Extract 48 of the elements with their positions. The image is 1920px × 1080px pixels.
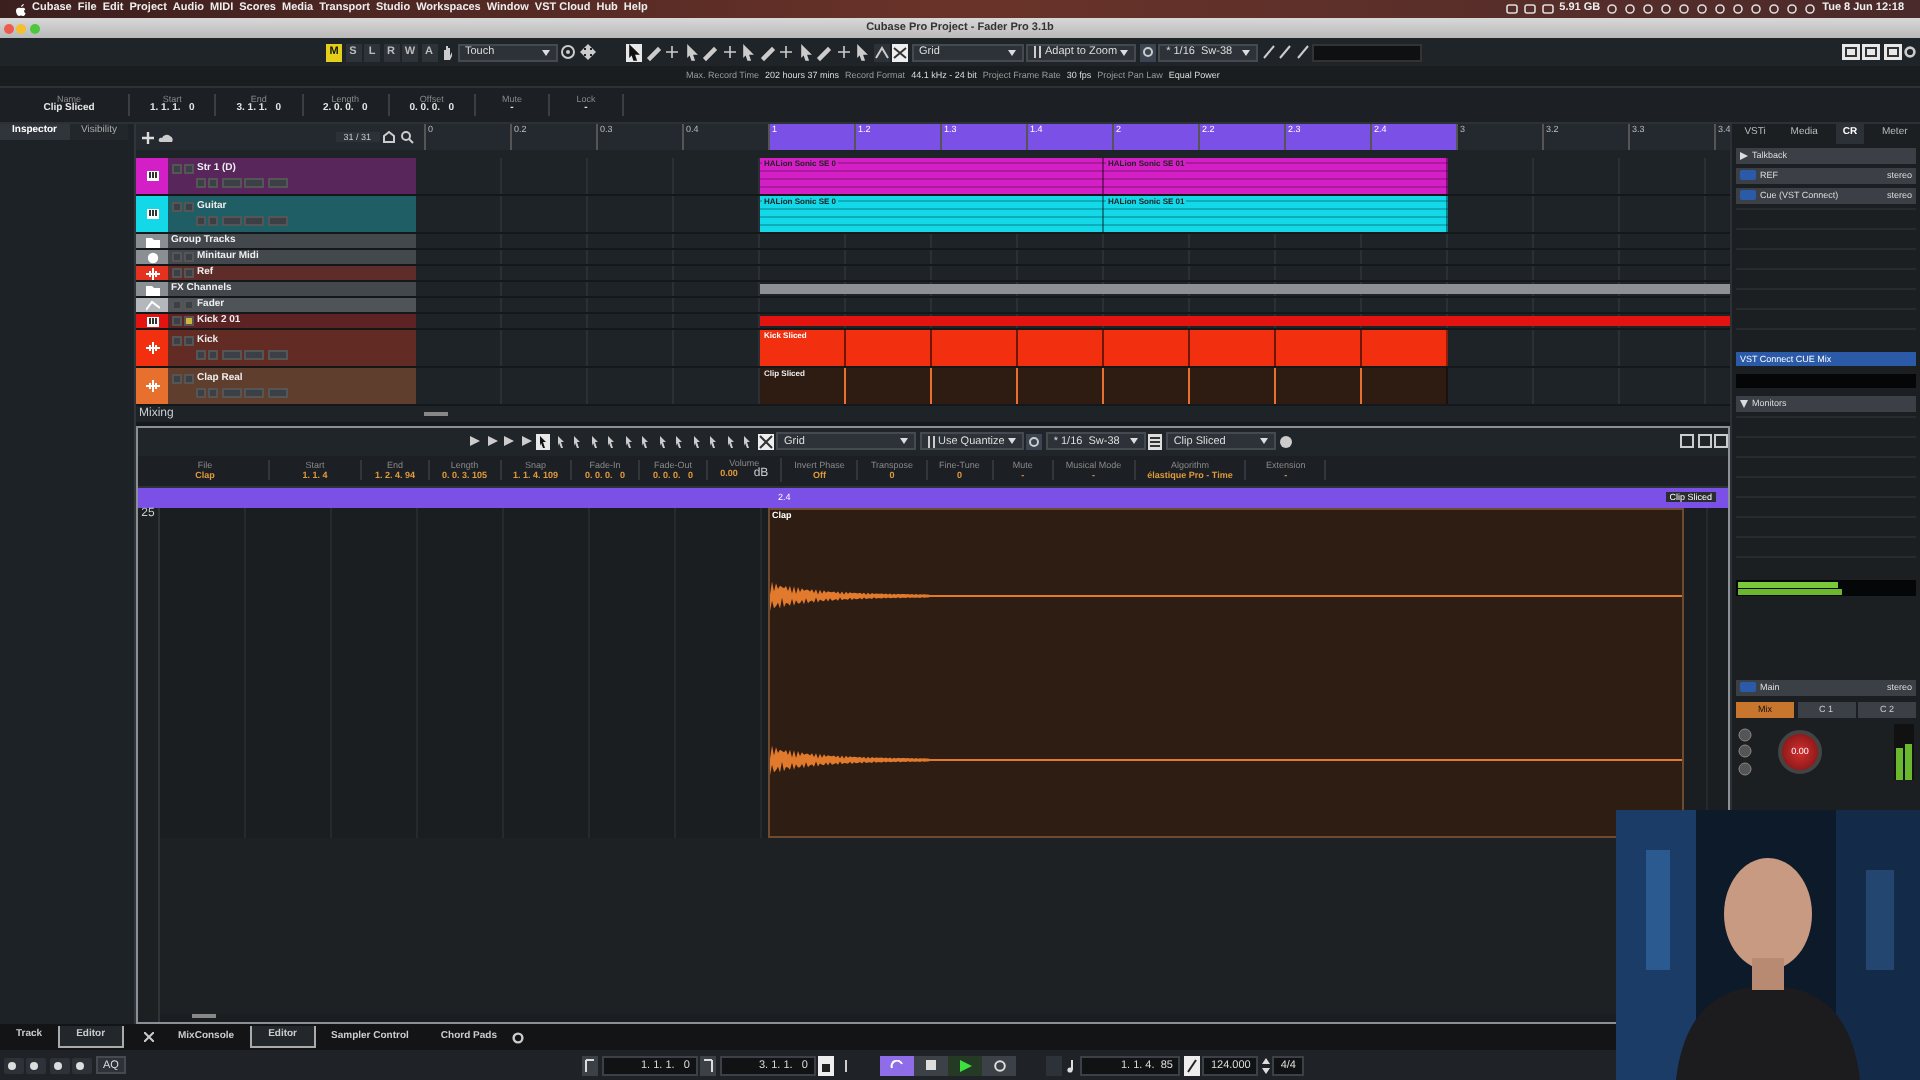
note-icon <box>1065 1055 1078 1075</box>
bars-icon <box>1034 46 1042 58</box>
snap-icon[interactable] <box>873 43 889 61</box>
quantize-icon[interactable] <box>1026 433 1043 449</box>
pointer-icon[interactable] <box>536 433 550 449</box>
caret-icon <box>541 49 549 55</box>
grid-icon[interactable] <box>892 43 908 61</box>
grid-icon[interactable] <box>757 433 773 449</box>
tempo-track-icon[interactable] <box>1183 1055 1200 1075</box>
play-icon[interactable] <box>468 434 482 448</box>
bars-icon <box>927 435 935 447</box>
apple-icon[interactable] <box>16 3 26 15</box>
lower-zone-icon[interactable] <box>1862 44 1880 60</box>
left-zone-icon[interactable] <box>1841 44 1859 60</box>
waveform-icon <box>145 380 159 392</box>
record-icon <box>993 1059 1006 1071</box>
caret-icon <box>1007 49 1015 55</box>
waveform-icon <box>145 342 159 354</box>
play-icon <box>959 1059 972 1071</box>
stop-icon <box>926 1060 937 1070</box>
cloud-icon[interactable] <box>158 129 174 145</box>
caret-icon <box>1259 438 1268 444</box>
close-icon[interactable] <box>144 1032 154 1042</box>
scrollbar-thumb[interactable] <box>424 412 448 416</box>
pointer-icon[interactable] <box>626 43 642 61</box>
list-icon[interactable] <box>1148 433 1163 449</box>
left-locator-icon[interactable] <box>582 1055 599 1075</box>
midi-icon <box>145 251 159 263</box>
record-button[interactable] <box>982 1055 1017 1075</box>
level-meter <box>1312 43 1423 61</box>
automation-icon <box>145 299 159 311</box>
cycle-icon <box>890 1059 905 1071</box>
level-meter <box>1894 723 1914 780</box>
caret-icon <box>1007 438 1016 444</box>
cycle-button[interactable] <box>880 1055 915 1075</box>
caret-icon <box>1129 438 1138 444</box>
home-icon[interactable] <box>382 130 396 144</box>
quantize-icon[interactable] <box>1139 43 1156 61</box>
stop-button[interactable] <box>914 1055 949 1075</box>
lock-icon[interactable] <box>818 1055 835 1075</box>
caret-icon <box>900 438 908 444</box>
caret-icon <box>1242 49 1251 55</box>
caret-icon <box>1120 49 1129 55</box>
right-locator-icon[interactable] <box>700 1055 717 1075</box>
waveform-icon <box>145 267 159 279</box>
right-zone-icon[interactable] <box>1883 44 1901 60</box>
scrollbar-thumb[interactable] <box>192 1014 216 1018</box>
play-button[interactable] <box>948 1055 983 1075</box>
